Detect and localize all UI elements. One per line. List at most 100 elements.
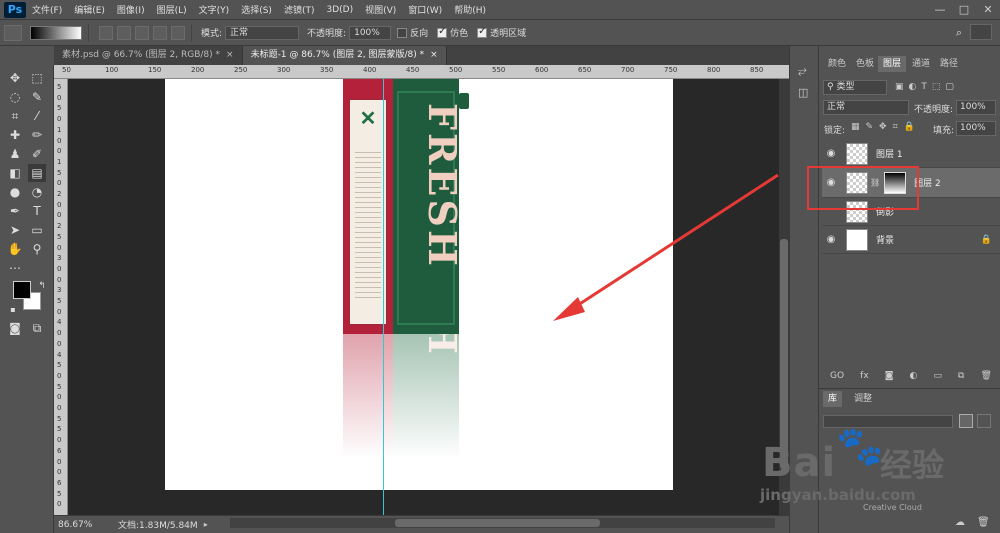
window-controls: — □ ✕ [928,0,1000,20]
diamond-gradient-icon[interactable] [171,25,185,40]
visibility-eye-icon[interactable]: ◉ [822,148,840,159]
menu-view[interactable]: 视图(V) [359,3,402,16]
marquee-tool-icon[interactable]: ⬚ [28,69,46,87]
horizontal-scroll-thumb[interactable] [395,519,600,527]
menu-edit[interactable]: 编辑(E) [68,3,111,16]
adjustment-layer-icon[interactable]: ◐ [910,371,918,381]
new-layer-icon[interactable]: ⧉ [958,371,964,381]
close-icon[interactable]: ✕ [976,0,1000,20]
horizontal-scrollbar[interactable] [230,518,775,528]
angle-gradient-icon[interactable] [135,25,149,40]
blur-tool-icon[interactable]: ● [6,183,24,201]
visibility-eye-icon[interactable]: ◉ [822,234,840,245]
search-icon[interactable]: ⌕ [956,26,962,40]
canvas-area[interactable]: ✕ FRESH FRESH [68,79,779,515]
default-colors-icon[interactable]: ▪ [4,301,22,319]
pen-tool-icon[interactable]: ✒ [6,202,24,220]
tab-color[interactable]: 颜色 [823,56,851,72]
zoom-level[interactable]: 86.67% [58,520,110,530]
dither-checkbox[interactable] [437,26,448,38]
maximize-icon[interactable]: □ [952,0,976,20]
menu-window[interactable]: 窗口(W) [402,3,448,16]
opacity-input[interactable]: 100% [956,100,996,115]
gradient-preview[interactable] [30,25,82,40]
tab-adjustments[interactable]: 调整 [849,391,877,407]
tab-layers[interactable]: 图层 [878,56,907,72]
history-panel-icon[interactable]: ⥂ [798,64,807,78]
ruler-tick-label: 0 [57,147,62,156]
foreground-color-swatch[interactable] [13,281,31,299]
type-tool-icon[interactable]: T [28,202,46,220]
filter-icons[interactable]: ▣◐T⬚▢ [895,82,959,92]
tab-untitled-1[interactable]: 未标题-1 @ 86.7% (图层 2, 图层蒙版/8) * × [242,46,447,65]
layer-row-4[interactable]: ◉ 背景 🔒 [822,226,1000,254]
minimize-icon[interactable]: — [928,0,952,20]
ruler-tick-label: 400 [363,66,377,74]
ruler-tick-label: 4 [57,318,62,327]
tab-paths[interactable]: 路径 [935,56,963,72]
gradient-tool-icon[interactable]: ▤ [28,164,46,182]
menu-layer[interactable]: 图层(L) [151,3,193,16]
menu-3d[interactable]: 3D(D) [320,5,359,15]
add-mask-icon[interactable]: ◙ [885,371,894,381]
tool-preset-icon[interactable] [4,24,22,41]
quick-mask-icon[interactable]: ◙ [6,319,24,337]
menu-file[interactable]: 文件(F) [26,3,68,16]
lasso-tool-icon[interactable]: ◌ [6,88,24,106]
menu-help[interactable]: 帮助(H) [448,3,492,16]
mode-select[interactable]: 正常 [225,25,300,40]
swap-colors-icon[interactable]: ↰ [33,277,51,295]
history-brush-icon[interactable]: ✐ [28,145,46,163]
menu-select[interactable]: 选择(S) [235,3,278,16]
reflected-gradient-icon[interactable] [153,25,167,40]
divider [88,23,89,42]
status-arrow-icon[interactable]: ▸ [204,520,208,529]
brush-tool-icon[interactable]: ✏ [28,126,46,144]
layer-filter-select[interactable]: ⚲ 类型 [823,80,887,95]
quick-select-tool-icon[interactable]: ✎ [28,88,46,106]
tab-swatches[interactable]: 色板 [851,56,879,72]
tab-libraries[interactable]: 库 [823,391,843,407]
blend-mode-select[interactable]: 正常 [823,100,909,115]
ruler-tick-label: 0 [57,264,62,273]
screen-mode-icon[interactable]: ⧉ [28,319,46,337]
rectangle-tool-icon[interactable]: ▭ [28,221,46,239]
layer-row-1[interactable]: ◉ 图层 1 [822,140,1000,168]
lock-icons[interactable]: ▦✎✥⌗🔒 [851,122,921,132]
transparency-checkbox[interactable] [477,26,488,38]
stamp-tool-icon[interactable]: ♟ [6,145,24,163]
delete-layer-icon[interactable]: 🗑 [981,371,992,381]
radial-gradient-icon[interactable] [117,25,131,40]
tab-channels[interactable]: 通道 [907,56,935,72]
tab-source-psd[interactable]: 素材.psd @ 66.7% (图层 2, RGB/8) * × [54,46,243,65]
ruler-tick-label: 5 [57,168,62,177]
crop-tool-icon[interactable]: ⌗ [6,107,24,125]
guide-line[interactable] [383,79,384,515]
zoom-tool-icon[interactable]: ⚲ [28,240,46,258]
link-layers-button[interactable]: GO [830,371,844,381]
ruler-tick-label: 5 [57,83,62,91]
close-icon[interactable]: × [430,46,438,65]
properties-panel-icon[interactable]: ◫ [798,86,808,99]
new-group-icon[interactable]: ▭ [933,371,942,381]
linear-gradient-icon[interactable] [99,25,113,40]
hand-tool-icon[interactable]: ✋ [6,240,24,258]
opacity-input[interactable]: 100% [349,25,392,40]
more-tools-icon[interactable]: ⋯ [6,259,24,277]
ruler-tick-label: 5 [57,297,62,305]
eyedropper-tool-icon[interactable]: ⁄ [28,107,46,125]
dodge-tool-icon[interactable]: ◔ [28,183,46,201]
path-select-icon[interactable]: ➤ [6,221,24,239]
menu-image[interactable]: 图像(I) [111,3,151,16]
close-icon[interactable]: × [226,46,234,65]
menu-filter[interactable]: 滤镜(T) [278,3,321,16]
menu-type[interactable]: 文字(Y) [193,3,236,16]
layer-style-button[interactable]: fx [860,371,869,381]
document-canvas[interactable]: ✕ FRESH FRESH [165,79,673,490]
eraser-tool-icon[interactable]: ◧ [6,164,24,182]
fill-input[interactable]: 100% [956,121,996,136]
workspace-icon[interactable] [970,24,992,40]
reverse-checkbox[interactable] [397,27,408,38]
move-tool-icon[interactable]: ✥ [6,69,24,87]
healing-tool-icon[interactable]: ✚ [6,126,24,144]
